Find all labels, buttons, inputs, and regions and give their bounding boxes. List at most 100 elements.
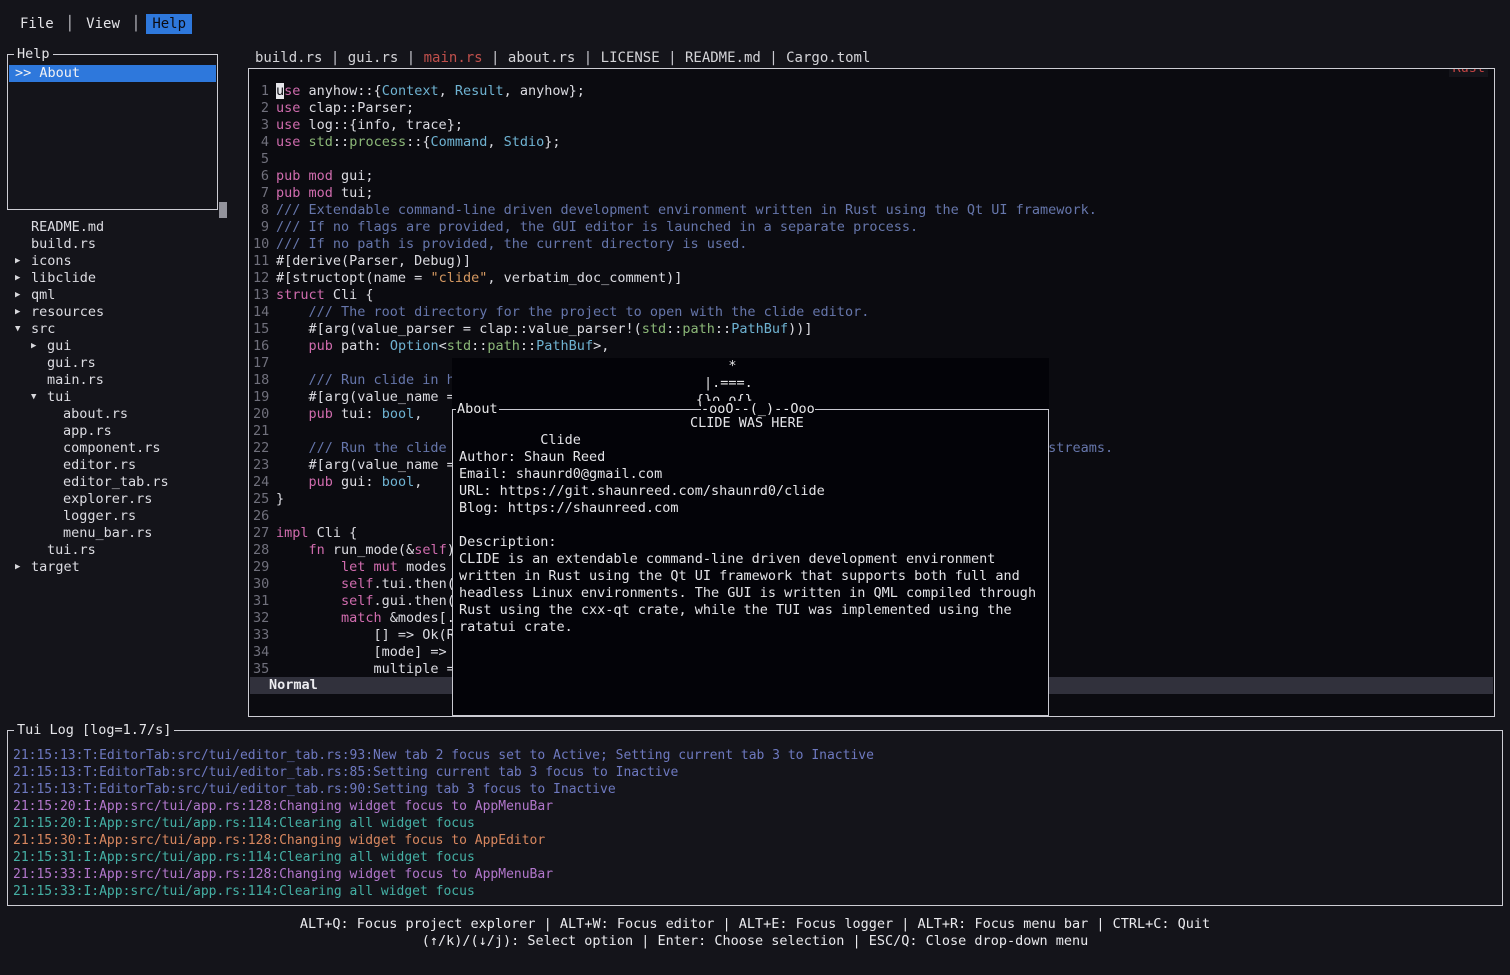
- help-menu-item-about[interactable]: >> About: [9, 65, 216, 82]
- chevron-right-icon: ▶: [15, 253, 31, 270]
- about-popup: * |.===. {}o o{} About -ooO--(_)--Ooo Cl…: [452, 358, 1049, 716]
- tab-separator: |: [322, 50, 347, 66]
- log-entry: 21:15:20:I:App:src/tui/app.rs:128:Changi…: [13, 798, 1502, 815]
- log-entry: 21:15:33:I:App:src/tui/app.rs:114:Cleari…: [13, 883, 1502, 900]
- code-line[interactable]: 15 #[arg(value_parser = clap::value_pars…: [253, 321, 1494, 338]
- explorer-item-label: main.rs: [47, 372, 104, 389]
- editor-tab-gui.rs[interactable]: gui.rs: [348, 50, 399, 66]
- explorer-item-editor_tab.rs[interactable]: editor_tab.rs: [7, 474, 241, 491]
- log-entry: 21:15:13:T:EditorTab:src/tui/editor_tab.…: [13, 781, 1502, 798]
- chevron-right-icon: ▶: [31, 338, 47, 355]
- editor-tab-Cargo.toml[interactable]: Cargo.toml: [786, 50, 870, 66]
- explorer-item-gui.rs[interactable]: gui.rs: [7, 355, 241, 372]
- chevron-right-icon: ▶: [15, 270, 31, 287]
- code-line[interactable]: 6pub mod gui;: [253, 168, 1494, 185]
- explorer-item-label: target: [31, 559, 80, 576]
- menu-separator: │: [132, 16, 140, 32]
- explorer-item-tui.rs[interactable]: tui.rs: [7, 542, 241, 559]
- explorer-item-main.rs[interactable]: main.rs: [7, 372, 241, 389]
- line-number: 4: [253, 134, 269, 151]
- menu-item-file[interactable]: File: [14, 14, 60, 34]
- text-cursor: u: [276, 83, 284, 99]
- explorer-item-build.rs[interactable]: build.rs: [7, 236, 241, 253]
- code-line[interactable]: 13struct Cli {: [253, 287, 1494, 304]
- about-field: Email: shaunrd0@gmail.com: [459, 466, 1048, 483]
- explorer-item-logger.rs[interactable]: logger.rs: [7, 508, 241, 525]
- editor-tab-LICENSE[interactable]: LICENSE: [601, 50, 660, 66]
- code-line[interactable]: 16 pub path: Option<std::path::PathBuf>,: [253, 338, 1494, 355]
- menu-item-view[interactable]: View: [80, 14, 126, 34]
- editor-tab-main.rs[interactable]: main.rs: [424, 50, 483, 66]
- code-line[interactable]: 12#[structopt(name = "clide", verbatim_d…: [253, 270, 1494, 287]
- explorer-item-resources[interactable]: ▶resources: [7, 304, 241, 321]
- explorer-item-editor.rs[interactable]: editor.rs: [7, 457, 241, 474]
- explorer-item-target[interactable]: ▶target: [7, 559, 241, 576]
- explorer-item-label: menu_bar.rs: [63, 525, 152, 542]
- line-number: 6: [253, 168, 269, 185]
- explorer-item-about.rs[interactable]: about.rs: [7, 406, 241, 423]
- explorer-item-label: component.rs: [63, 440, 161, 457]
- explorer-item-gui[interactable]: ▶gui: [7, 338, 241, 355]
- explorer-item-label: explorer.rs: [63, 491, 152, 508]
- line-number: 26: [253, 508, 269, 525]
- explorer-item-label: resources: [31, 304, 104, 321]
- explorer-item-qml[interactable]: ▶qml: [7, 287, 241, 304]
- editor-tab-README.md[interactable]: README.md: [685, 50, 761, 66]
- about-heading: Clide CLIDE WAS HERE: [459, 415, 1048, 432]
- code-line[interactable]: 14 /// The root directory for the projec…: [253, 304, 1494, 321]
- explorer-item-label: qml: [31, 287, 55, 304]
- explorer-item-tui[interactable]: ▼tui: [7, 389, 241, 406]
- clide-tui-app: File│View│Help Help >> About README.mdbu…: [0, 0, 1510, 975]
- help-dropdown: Help >> About: [7, 54, 218, 210]
- about-app-name: Clide: [540, 432, 581, 448]
- explorer-item-label: gui.rs: [47, 355, 96, 372]
- tab-bar: build.rs | gui.rs | main.rs | about.rs |…: [255, 50, 870, 67]
- explorer-item-label: src: [31, 321, 55, 338]
- code-line[interactable]: 8/// Extendable command-line driven deve…: [253, 202, 1494, 219]
- line-number: 10: [253, 236, 269, 253]
- line-number: 29: [253, 559, 269, 576]
- explorer-item-component.rs[interactable]: component.rs: [7, 440, 241, 457]
- file-explorer: README.mdbuild.rs▶icons▶libclide▶qml▶res…: [7, 219, 241, 576]
- code-line[interactable]: 4use std::process::{Command, Stdio};: [253, 134, 1494, 151]
- explorer-item-label: logger.rs: [63, 508, 136, 525]
- explorer-item-src[interactable]: ▼src: [7, 321, 241, 338]
- log-entry: 21:15:13:T:EditorTab:src/tui/editor_tab.…: [13, 764, 1502, 781]
- line-number: 2: [253, 100, 269, 117]
- line-number: 22: [253, 440, 269, 457]
- line-number: 13: [253, 287, 269, 304]
- tab-separator: |: [761, 50, 786, 66]
- explorer-item-explorer.rs[interactable]: explorer.rs: [7, 491, 241, 508]
- explorer-item-icons[interactable]: ▶icons: [7, 253, 241, 270]
- line-number: 27: [253, 525, 269, 542]
- line-number: 11: [253, 253, 269, 270]
- log-panel: Tui Log [log=1.7/s] 21:15:13:T:EditorTab…: [7, 730, 1503, 906]
- code-line[interactable]: 7pub mod tui;: [253, 185, 1494, 202]
- code-line[interactable]: 9/// If no flags are provided, the GUI e…: [253, 219, 1494, 236]
- explorer-item-libclide[interactable]: ▶libclide: [7, 270, 241, 287]
- editor-tab-about.rs[interactable]: about.rs: [508, 50, 575, 66]
- explorer-item-README.md[interactable]: README.md: [7, 219, 241, 236]
- explorer-item-app.rs[interactable]: app.rs: [7, 423, 241, 440]
- language-badge: Rust: [1449, 68, 1488, 77]
- line-number: 30: [253, 576, 269, 593]
- footer-shortcuts-line1: ALT+Q: Focus project explorer | ALT+W: F…: [0, 916, 1510, 933]
- explorer-item-label: about.rs: [63, 406, 128, 423]
- menu-item-help[interactable]: Help: [146, 14, 192, 34]
- line-number: 35: [253, 661, 269, 678]
- line-number: 8: [253, 202, 269, 219]
- log-list: 21:15:13:T:EditorTab:src/tui/editor_tab.…: [8, 731, 1502, 900]
- code-line[interactable]: 1use anyhow::{Context, Result, anyhow};: [253, 83, 1494, 100]
- code-line[interactable]: 11#[derive(Parser, Debug)]: [253, 253, 1494, 270]
- explorer-item-menu_bar.rs[interactable]: menu_bar.rs: [7, 525, 241, 542]
- menu-separator: │: [66, 16, 74, 32]
- about-field: URL: https://git.shaunreed.com/shaunrd0/…: [459, 483, 1048, 500]
- code-line[interactable]: 5: [253, 151, 1494, 168]
- code-line[interactable]: 2use clap::Parser;: [253, 100, 1494, 117]
- editor-tab-build.rs[interactable]: build.rs: [255, 50, 322, 66]
- explorer-item-label: app.rs: [63, 423, 112, 440]
- about-description: CLIDE is an extendable command-line driv…: [459, 551, 1048, 636]
- scrollbar-thumb[interactable]: [219, 202, 227, 218]
- code-line[interactable]: 3use log::{info, trace};: [253, 117, 1494, 134]
- code-line[interactable]: 10/// If no path is provided, the curren…: [253, 236, 1494, 253]
